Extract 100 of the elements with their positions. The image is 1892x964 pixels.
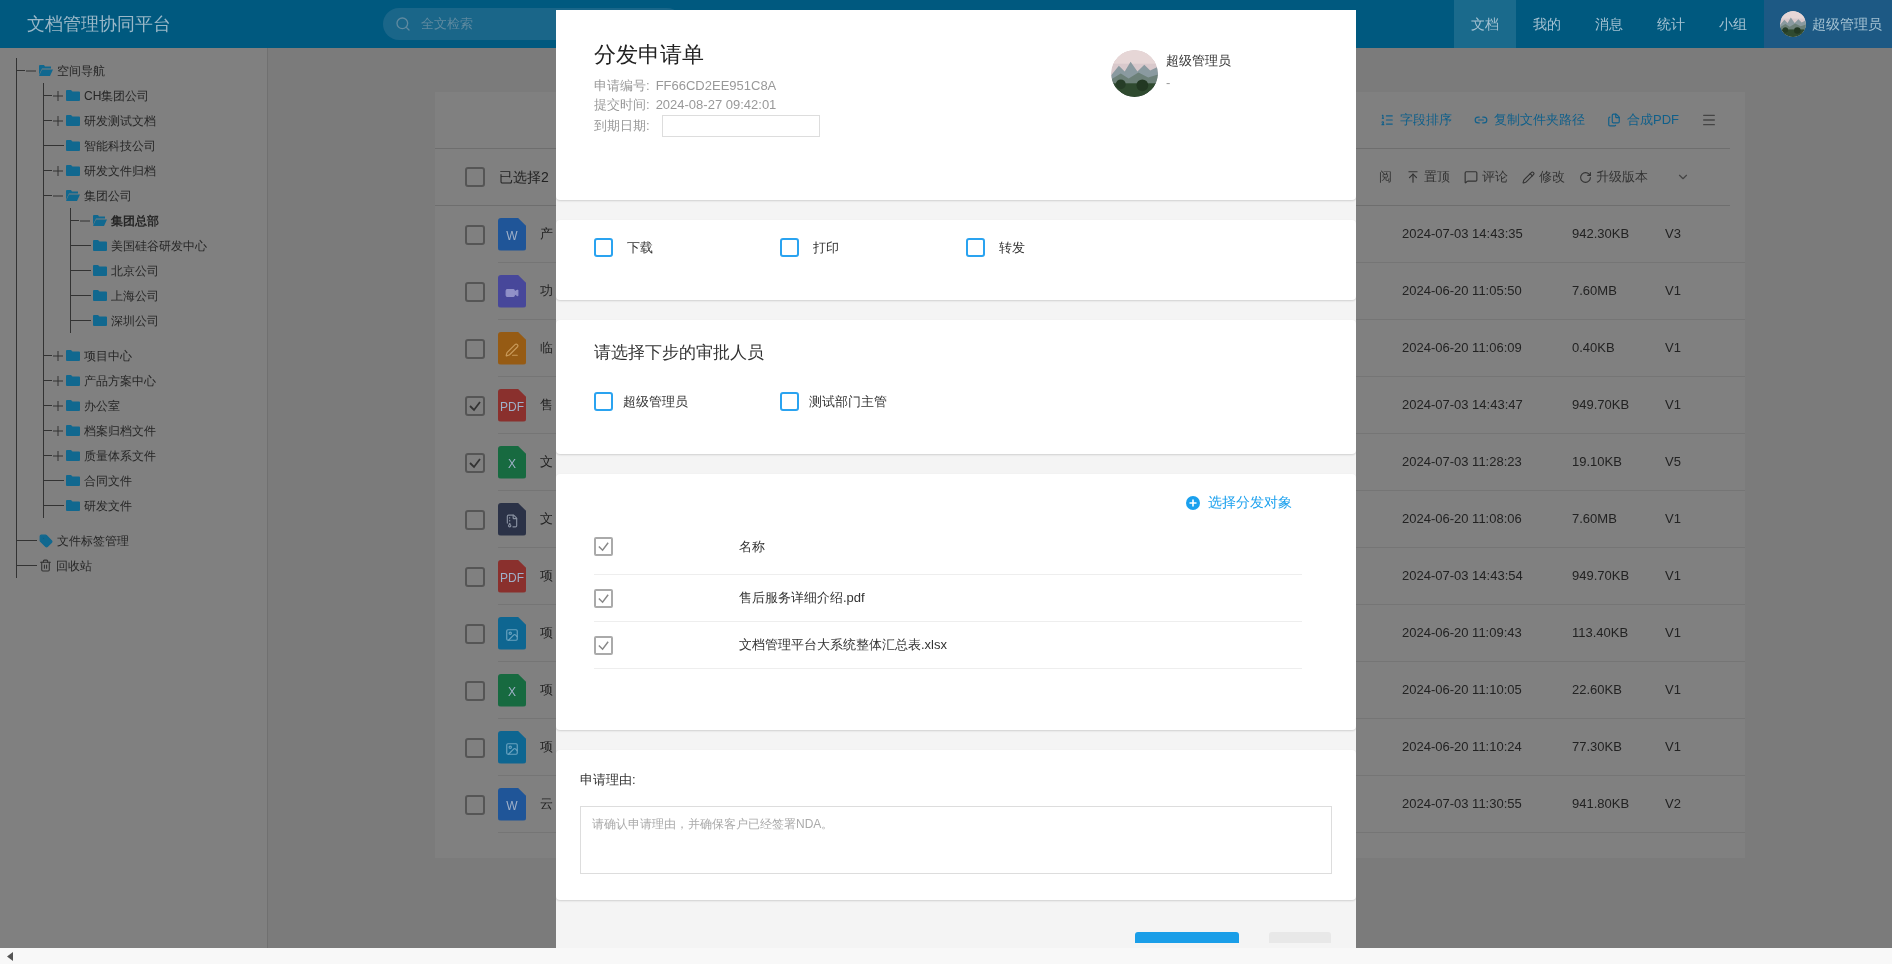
expand-icon[interactable]: [52, 349, 64, 362]
nav-tab[interactable]: 小组: [1702, 0, 1764, 48]
tree-item[interactable]: 回收站: [56, 556, 92, 575]
table-cell-text: 2024-07-03 11:30:55: [1402, 795, 1523, 814]
open-folder-icon: [39, 65, 53, 76]
action-button[interactable]: 评论: [1464, 167, 1508, 187]
row-checkbox[interactable]: [465, 452, 485, 473]
row-checkbox[interactable]: [465, 338, 485, 359]
tree-item[interactable]: 合同文件: [84, 471, 132, 490]
dialog-title: 分发申请单: [594, 41, 705, 69]
row-checkbox[interactable]: [465, 509, 485, 530]
table-cell-text: V1: [1665, 681, 1682, 700]
scroll-left-icon[interactable]: [7, 951, 13, 961]
checkbox[interactable]: [594, 588, 613, 608]
tree-item[interactable]: 产品方案中心: [84, 371, 156, 390]
table-cell-text: 2024-06-20 11:10:24: [1402, 738, 1523, 757]
menu-icon[interactable]: [1701, 112, 1717, 128]
tree-item[interactable]: 档案归档文件: [84, 421, 156, 440]
row-checkbox[interactable]: [465, 680, 485, 701]
comment-icon: [1464, 170, 1478, 184]
checkbox[interactable]: [966, 238, 985, 258]
action-button[interactable]: 升级版本: [1579, 167, 1648, 187]
row-checkbox[interactable]: [465, 395, 485, 416]
row-checkbox[interactable]: [465, 281, 485, 302]
reason-field[interactable]: 请确认申请理由，并确保客户已经签署NDA。: [580, 805, 1332, 874]
checkbox[interactable]: [780, 391, 799, 411]
row-checkbox[interactable]: [465, 623, 485, 644]
field-value: 2024-08-27 09:42:01: [655, 96, 777, 114]
user-menu[interactable]: 超级管理员: [1764, 0, 1892, 48]
check-icon: [597, 540, 610, 553]
table-cell-text: 949.70KB: [1572, 567, 1631, 586]
app-title: 文档管理协同平台: [27, 12, 172, 36]
action-button[interactable]: 修改: [1522, 167, 1565, 187]
applicant-detail: -: [1166, 73, 1172, 92]
expand-icon[interactable]: [52, 89, 64, 102]
table-cell-text: 项: [540, 624, 553, 643]
tree-item[interactable]: 研发文件归档: [84, 161, 156, 180]
table-cell-text: 功: [540, 282, 553, 301]
action-button[interactable]: 阅: [1379, 167, 1392, 187]
tree-item[interactable]: 集团公司: [84, 186, 132, 205]
file-icon: [498, 331, 526, 365]
tree-item[interactable]: 质量体系文件: [84, 446, 156, 465]
documents-icon: [1607, 113, 1621, 127]
tree-item[interactable]: 深圳公司: [111, 311, 159, 330]
nav-tab[interactable]: 我的: [1516, 0, 1578, 48]
checkbox[interactable]: [594, 238, 613, 258]
column-header: 名称: [739, 537, 765, 556]
tree-item[interactable]: CH集团公司: [84, 86, 150, 105]
row-checkbox[interactable]: [465, 794, 485, 815]
row-checkbox[interactable]: [465, 737, 485, 758]
selection-count: 已选择2: [499, 167, 549, 187]
expand-icon[interactable]: [52, 449, 64, 462]
add-target-link[interactable]: 选择分发对象: [1186, 492, 1292, 513]
pin-top-icon: [1406, 170, 1420, 184]
checkbox[interactable]: [594, 537, 613, 556]
table-cell-text: 文: [540, 453, 553, 472]
table-cell-text: 云: [540, 795, 553, 814]
tree-item[interactable]: 办公室: [84, 396, 120, 415]
tree-item[interactable]: 研发文件: [84, 496, 132, 515]
tree-item[interactable]: 智能科技公司: [84, 136, 156, 155]
row-checkbox[interactable]: [465, 224, 485, 245]
row-checkbox[interactable]: [465, 566, 485, 587]
tree-item[interactable]: 项目中心: [84, 346, 132, 365]
open-folder-icon: [66, 190, 80, 201]
expand-icon[interactable]: [52, 424, 64, 437]
checkbox-label: 打印: [813, 239, 839, 257]
tree-item[interactable]: 集团总部: [111, 211, 159, 230]
tree-item[interactable]: 研发测试文档: [84, 111, 156, 130]
table-cell-text: V5: [1665, 453, 1682, 472]
tree-item[interactable]: 文件标签管理: [57, 531, 129, 550]
expand-icon[interactable]: [52, 374, 64, 387]
checkbox[interactable]: [594, 391, 613, 411]
expand-icon[interactable]: [52, 399, 64, 412]
nav-tab[interactable]: 文档: [1454, 0, 1516, 48]
action-button[interactable]: 置顶: [1406, 167, 1450, 187]
checkbox-label: 测试部门主管: [809, 392, 887, 411]
expand-icon[interactable]: [52, 114, 64, 127]
refresh-icon: [1579, 170, 1592, 184]
folder-icon: [93, 265, 107, 276]
tree-item[interactable]: 上海公司: [111, 286, 159, 305]
tree-item[interactable]: 美国硅谷研发中心: [111, 236, 207, 255]
checkbox[interactable]: [594, 635, 613, 655]
select-all-checkbox[interactable]: [465, 167, 485, 187]
expand-icon[interactable]: [52, 164, 64, 177]
horizontal-scrollbar[interactable]: [0, 948, 1892, 964]
file-icon: PDF: [498, 559, 526, 593]
table-cell-text: 2024-07-03 11:28:23: [1402, 453, 1523, 472]
table-cell-text: V1: [1665, 396, 1682, 415]
file-icon: [498, 616, 526, 650]
folder-icon: [93, 240, 107, 251]
table-cell-text: 941.80KB: [1572, 795, 1631, 814]
nav-tab[interactable]: 统计: [1640, 0, 1702, 48]
table-cell-text: 2024-07-03 14:43:54: [1402, 567, 1524, 586]
nav-tab[interactable]: 消息: [1578, 0, 1640, 48]
checkbox-label: 超级管理员: [623, 392, 688, 411]
checkbox-label: 下载: [627, 239, 653, 257]
tree-item[interactable]: 空间导航: [57, 61, 105, 80]
date-field[interactable]: [661, 115, 820, 137]
checkbox[interactable]: [780, 238, 799, 258]
tree-item[interactable]: 北京公司: [111, 261, 159, 280]
